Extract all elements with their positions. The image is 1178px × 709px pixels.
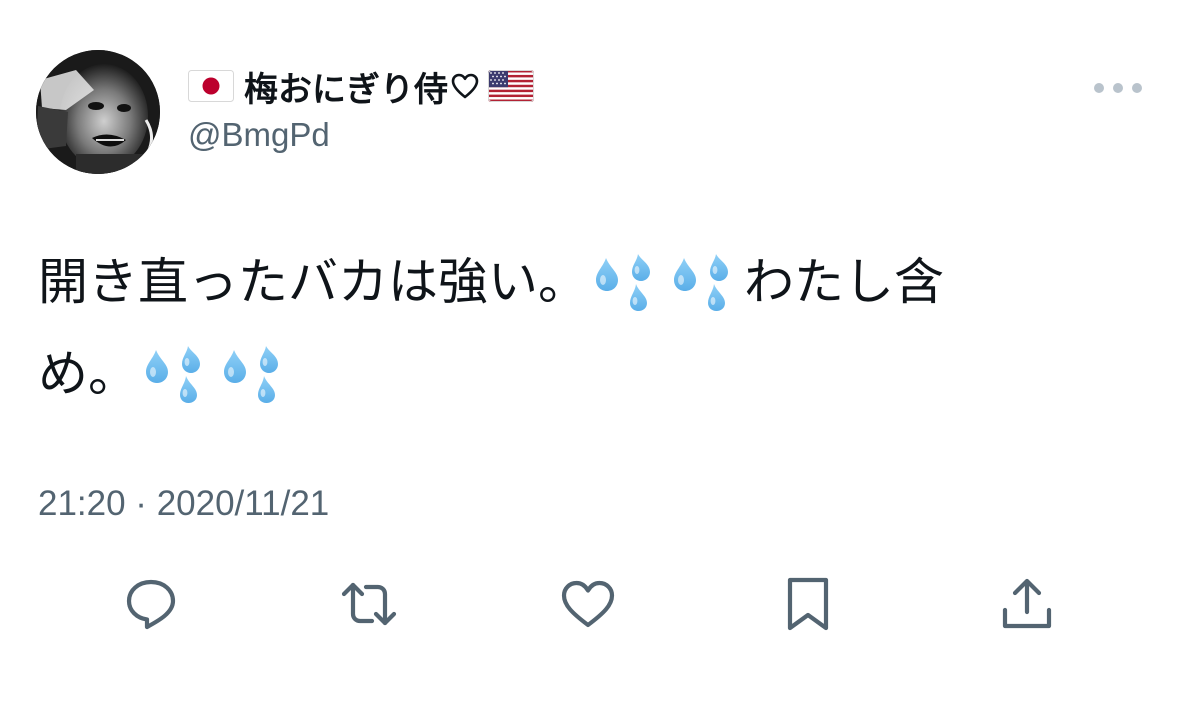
sweat-droplets-icon (144, 344, 210, 404)
tweet-card: 梅おにぎり侍 @BmgPd 開き直ったバカは強い。 わたし含 め。 21:20 … (0, 0, 1178, 709)
more-dot (1132, 83, 1142, 93)
tweet-timestamp[interactable]: 21:20 · 2020/11/21 (38, 484, 329, 524)
japan-flag-icon (188, 70, 234, 102)
avatar-photo (36, 50, 160, 174)
sweat-droplets-icon (594, 252, 660, 312)
sweat-droplets-icon (672, 252, 738, 312)
like-icon (561, 580, 615, 628)
retweet-icon (341, 582, 397, 626)
white-heart-icon (450, 72, 480, 100)
tweet-text-line: 開き直ったバカは強い。 わたし含 (38, 236, 1148, 328)
like-button[interactable] (556, 572, 620, 636)
tweet-text-line: め。 (38, 328, 1148, 420)
user-handle[interactable]: @BmgPd (188, 116, 330, 154)
avatar[interactable] (36, 50, 160, 174)
reply-button[interactable] (119, 572, 183, 636)
display-name[interactable]: 梅おにぎり侍 (188, 64, 534, 110)
us-flag-icon (488, 70, 534, 102)
tweet-text-segment: 開き直ったバカは強い。 (38, 253, 588, 311)
retweet-button[interactable] (337, 572, 401, 636)
bookmark-icon (787, 577, 829, 631)
share-button[interactable] (995, 572, 1059, 636)
more-dot (1113, 83, 1123, 93)
tweet-text: 開き直ったバカは強い。 わたし含 め。 (38, 236, 1148, 420)
reply-icon (126, 579, 176, 630)
tweet-text-segment: め。 (38, 345, 138, 403)
sweat-droplets-icon (222, 344, 288, 404)
display-name-text: 梅おにぎり侍 (244, 69, 448, 110)
tweet-text-segment: わたし含 (744, 253, 944, 311)
action-bar (0, 572, 1178, 642)
more-options-icon[interactable] (1094, 78, 1142, 98)
share-icon (1002, 578, 1052, 629)
bookmark-button[interactable] (776, 572, 840, 636)
more-dot (1094, 83, 1104, 93)
